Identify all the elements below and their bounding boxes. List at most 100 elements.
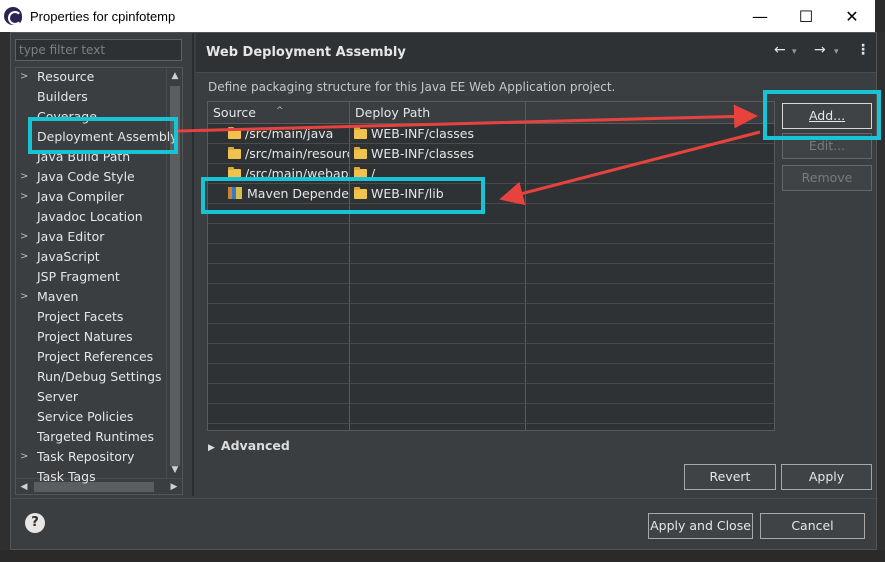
expand-triangle-icon: ▶ <box>208 443 215 453</box>
scroll-right-icon[interactable]: ▶ <box>166 479 182 494</box>
background-editor-edge <box>877 32 885 562</box>
sidebar-item-javadoc-location[interactable]: Javadoc Location <box>16 207 166 227</box>
sidebar-item-resource[interactable]: > Resource <box>16 68 166 87</box>
revert-button[interactable]: Revert <box>684 464 776 490</box>
scroll-down-icon[interactable]: ▼ <box>167 462 182 478</box>
page-description: Define packaging structure for this Java… <box>208 80 616 94</box>
forward-dropdown-icon[interactable]: ▾ <box>834 47 839 57</box>
sidebar-item-project-references[interactable]: Project References <box>16 347 166 367</box>
help-icon[interactable]: ? <box>25 513 45 533</box>
sidebar-item-run-debug-settings[interactable]: Run/Debug Settings <box>16 367 166 387</box>
folder-icon <box>228 167 241 179</box>
table-row[interactable]: /src/main/webapp / <box>208 164 774 184</box>
sidebar-item-java-editor[interactable]: > Java Editor <box>16 227 166 247</box>
table-row[interactable] <box>208 384 774 404</box>
table-header: Source ^ Deploy Path <box>208 102 774 124</box>
apply-button[interactable]: Apply <box>781 464 872 490</box>
sidebar-item-deployment-assembly[interactable]: Deployment Assembly <box>16 127 178 147</box>
maximize-button[interactable]: ☐ <box>783 0 829 32</box>
table-row[interactable] <box>208 344 774 364</box>
sidebar-item-project-facets[interactable]: Project Facets <box>16 307 166 327</box>
table-row[interactable] <box>208 364 774 384</box>
sidebar-item-java-compiler[interactable]: > Java Compiler <box>16 187 166 207</box>
deploy-path-text: / <box>371 166 376 181</box>
deploy-path-cell: WEB-INF/classes <box>354 124 524 144</box>
table-row[interactable]: Maven Dependencies WEB-INF/lib <box>208 184 774 204</box>
panel-divider[interactable] <box>192 33 194 496</box>
source-text: /src/main/resources <box>245 146 349 161</box>
sidebar-item-coverage[interactable]: Coverage <box>16 107 166 127</box>
edit-button[interactable]: Edit... <box>782 133 872 159</box>
table-row[interactable] <box>208 304 774 324</box>
category-tree: ▲ ▼ ◀ ▶ > Resource Builders Coverage Deploym… <box>15 67 183 495</box>
sidebar-item-label: Project References <box>37 349 154 364</box>
expand-chevron-icon[interactable]: > <box>20 68 30 87</box>
sort-ascending-icon: ^ <box>276 106 284 116</box>
assembly-table[interactable]: Source ^ Deploy Path /src/main/java WEB-I… <box>207 101 775 431</box>
advanced-label: Advanced <box>220 438 290 453</box>
back-dropdown-icon[interactable]: ▾ <box>792 47 797 57</box>
table-row[interactable] <box>208 324 774 344</box>
folder-icon <box>354 187 367 199</box>
table-row[interactable] <box>208 284 774 304</box>
table-row[interactable] <box>208 404 774 424</box>
view-menu-icon[interactable]: ⋮ <box>856 42 870 58</box>
library-icon <box>228 187 242 199</box>
sidebar-item-label: Java Build Path <box>37 149 131 164</box>
sidebar-item-label: Maven <box>37 289 79 304</box>
forward-arrow-icon[interactable]: → <box>814 42 826 58</box>
expand-chevron-icon[interactable]: > <box>20 287 30 307</box>
expand-chevron-icon[interactable]: > <box>20 227 30 247</box>
table-row[interactable] <box>208 244 774 264</box>
sidebar-item-project-natures[interactable]: Project Natures <box>16 327 166 347</box>
sidebar-item-javascript[interactable]: > JavaScript <box>16 247 166 267</box>
minimize-button[interactable]: — <box>737 0 783 32</box>
deploy-path-cell: WEB-INF/lib <box>354 184 524 204</box>
table-row[interactable] <box>208 204 774 224</box>
table-row[interactable] <box>208 264 774 284</box>
sidebar-item-service-policies[interactable]: Service Policies <box>16 407 166 427</box>
expand-chevron-icon[interactable]: > <box>20 247 30 267</box>
sidebar-item-maven[interactable]: > Maven <box>16 287 166 307</box>
advanced-toggle[interactable]: ▶ Advanced <box>208 438 290 453</box>
column-header-source[interactable]: Source ^ <box>208 102 350 124</box>
sidebar-item-label: Resource <box>37 69 95 84</box>
sidebar-item-label: Run/Debug Settings <box>37 369 162 384</box>
back-arrow-icon[interactable]: ← <box>774 42 786 58</box>
deploy-path-cell: / <box>354 164 524 184</box>
sidebar-item-label: Java Code Style <box>37 169 135 184</box>
add-button[interactable]: Add... <box>782 103 872 129</box>
sidebar-item-builders[interactable]: Builders <box>16 87 166 107</box>
sidebar-item-java-build-path[interactable]: Java Build Path <box>16 147 166 167</box>
folder-icon <box>228 147 241 159</box>
sidebar-item-jsp-fragment[interactable]: JSP Fragment <box>16 267 166 287</box>
source-cell: /src/main/java <box>228 124 349 144</box>
sidebar-item-task-tags[interactable]: Task Tags <box>16 467 166 487</box>
sidebar-item-task-repository[interactable]: > Task Repository <box>16 447 166 467</box>
eclipse-icon <box>4 7 22 25</box>
scroll-up-icon[interactable]: ▲ <box>167 68 182 84</box>
sidebar-item-label: Task Tags <box>37 469 96 484</box>
apply-and-close-button[interactable]: Apply and Close <box>648 513 753 539</box>
filter-input[interactable]: type filter text <box>15 39 182 61</box>
table-row[interactable] <box>208 224 774 244</box>
column-header-deploy-path[interactable]: Deploy Path <box>350 102 526 124</box>
close-button[interactable]: ✕ <box>829 0 875 32</box>
table-row[interactable]: /src/main/java WEB-INF/classes <box>208 124 774 144</box>
expand-chevron-icon[interactable]: > <box>20 187 30 207</box>
cancel-button[interactable]: Cancel <box>760 513 865 539</box>
expand-chevron-icon[interactable]: > <box>20 167 30 187</box>
expand-chevron-icon[interactable]: > <box>20 447 30 467</box>
sidebar-item-java-code-style[interactable]: > Java Code Style <box>16 167 166 187</box>
sidebar-item-targeted-runtimes[interactable]: Targeted Runtimes <box>16 427 166 447</box>
sidebar-item-server[interactable]: Server <box>16 387 166 407</box>
add-button-label: Add... <box>808 108 846 123</box>
source-cell: Maven Dependencies <box>228 184 349 204</box>
table-row[interactable]: /src/main/resources WEB-INF/classes <box>208 144 774 164</box>
remove-button[interactable]: Remove <box>782 165 872 191</box>
sidebar-item-label: Targeted Runtimes <box>37 429 154 444</box>
deploy-path-text: WEB-INF/classes <box>371 126 475 141</box>
sidebar-item-label: Task Repository <box>37 449 135 464</box>
sidebar-item-label: Coverage <box>37 109 97 124</box>
sidebar-item-label: JavaScript <box>37 249 100 264</box>
